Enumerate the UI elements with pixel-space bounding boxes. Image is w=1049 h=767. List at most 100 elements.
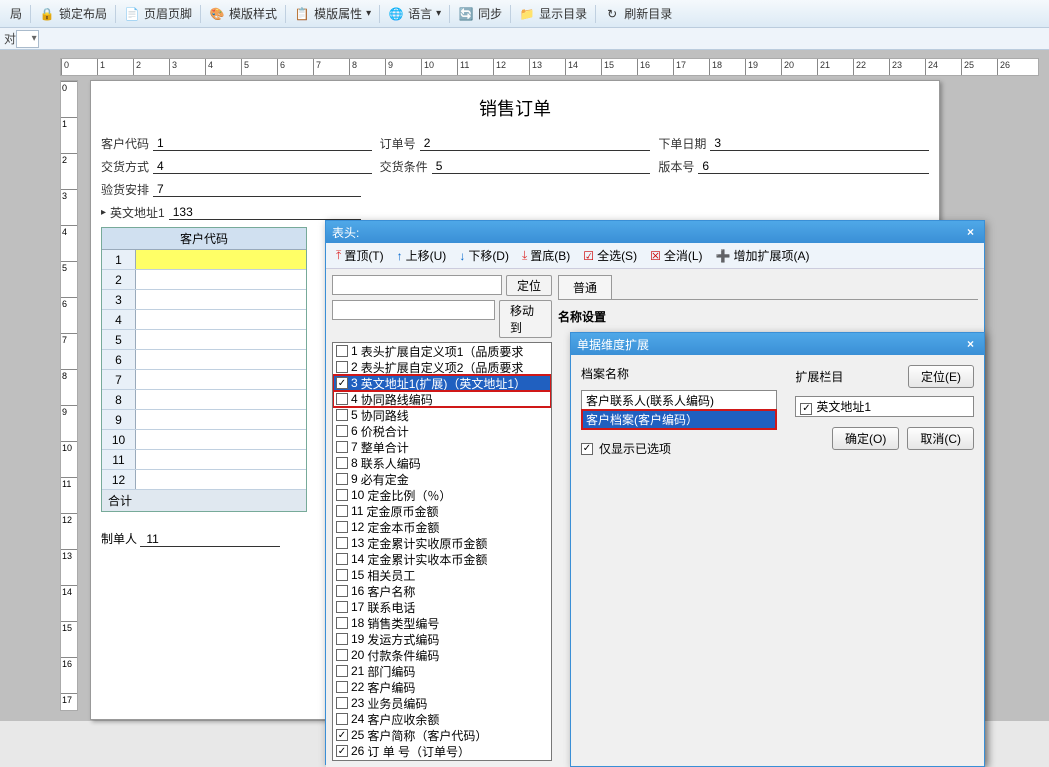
archive-item[interactable]: 客户联系人(联系人编码)	[582, 391, 776, 410]
field-inspect[interactable]: 7	[153, 182, 361, 197]
tb-refresh-toc[interactable]: ↻刷新目录	[598, 3, 678, 24]
field-item[interactable]: 10定金比例（％）	[333, 487, 551, 503]
field-item[interactable]: ✓3英文地址1(扩展)（英文地址1）	[333, 375, 551, 391]
item-checkbox[interactable]	[336, 489, 348, 501]
field-item[interactable]: 1表头扩展自定义项1（品质要求	[333, 343, 551, 359]
field-item[interactable]: 14定金累计实收本币金额	[333, 551, 551, 567]
grid-row[interactable]: 5	[102, 330, 306, 350]
field-item[interactable]: 16客户名称	[333, 583, 551, 599]
tb-lock-layout[interactable]: 🔒锁定布局	[33, 3, 113, 24]
field-item[interactable]: 5协同路线	[333, 407, 551, 423]
btn-locate-e[interactable]: 定位(E)	[908, 365, 974, 388]
dlg1-item-list[interactable]: 1表头扩展自定义项1（品质要求2表头扩展自定义项2（品质要求✓3英文地址1(扩展…	[332, 342, 552, 761]
item-checkbox[interactable]: ✓	[336, 745, 348, 757]
item-checkbox[interactable]	[336, 633, 348, 645]
grid-row[interactable]: 12	[102, 470, 306, 490]
field-customer-code[interactable]: 1	[153, 136, 372, 151]
item-checkbox[interactable]	[336, 713, 348, 725]
field-item[interactable]: 20付款条件编码	[333, 647, 551, 663]
item-checkbox[interactable]	[336, 505, 348, 517]
field-delivery-mode[interactable]: 4	[153, 159, 372, 174]
archive-list[interactable]: 客户联系人(联系人编码)客户档案(客户编码）	[581, 390, 777, 430]
field-item[interactable]: 24客户应收余额	[333, 711, 551, 727]
tb-language[interactable]: 🌐语言▾	[382, 3, 447, 24]
dlg1-titlebar[interactable]: 表头: ×	[326, 221, 984, 243]
item-checkbox[interactable]	[336, 521, 348, 533]
item-checkbox[interactable]	[336, 585, 348, 597]
dlg1-moveto-input[interactable]	[332, 300, 495, 320]
tb-sync[interactable]: 🔄同步	[452, 3, 508, 24]
field-version[interactable]: 6	[698, 159, 929, 174]
item-checkbox[interactable]	[336, 553, 348, 565]
tb-show-toc[interactable]: 📁显示目录	[513, 3, 593, 24]
btn-select-none[interactable]: ☒全消(L)	[644, 245, 708, 266]
item-checkbox[interactable]	[336, 537, 348, 549]
ext-column-list[interactable]: ✓英文地址1	[795, 396, 974, 417]
field-item[interactable]: 8联系人编码	[333, 455, 551, 471]
item-checkbox[interactable]	[336, 681, 348, 693]
item-checkbox[interactable]	[336, 697, 348, 709]
field-item[interactable]: 15相关员工	[333, 567, 551, 583]
btn-move-top[interactable]: ⤒置顶(T)	[330, 245, 390, 266]
btn-select-all[interactable]: ☑全选(S)	[577, 245, 643, 266]
field-item[interactable]: 19发运方式编码	[333, 631, 551, 647]
btn-locate[interactable]: 定位	[506, 275, 552, 296]
item-checkbox[interactable]	[336, 649, 348, 661]
ext-checkbox[interactable]: ✓	[800, 403, 812, 415]
field-item[interactable]: 23业务员编码	[333, 695, 551, 711]
grid-row[interactable]: 6	[102, 350, 306, 370]
btn-add-ext[interactable]: ➕增加扩展项(A)	[710, 245, 816, 266]
btn-moveto[interactable]: 移动到	[499, 300, 552, 338]
field-item[interactable]: 9必有定金	[333, 471, 551, 487]
ext-item[interactable]: ✓英文地址1	[796, 397, 973, 416]
item-checkbox[interactable]	[336, 409, 348, 421]
grid-row[interactable]: 10	[102, 430, 306, 450]
dlg2-close-icon[interactable]: ×	[963, 337, 978, 351]
item-checkbox[interactable]	[336, 441, 348, 453]
grid-row[interactable]: 8	[102, 390, 306, 410]
item-checkbox[interactable]	[336, 617, 348, 629]
opt-show-selected-checkbox[interactable]: ✓	[581, 443, 593, 455]
field-order-date[interactable]: 3	[710, 136, 929, 151]
mini-grid[interactable]: 客户代码 123456789101112 合计	[101, 227, 307, 512]
field-item[interactable]: 6价税合计	[333, 423, 551, 439]
item-checkbox[interactable]	[336, 425, 348, 437]
field-item[interactable]: 12定金本币金额	[333, 519, 551, 535]
field-item[interactable]: ✓26订 单 号（订单号）	[333, 743, 551, 759]
grid-row[interactable]: 2	[102, 270, 306, 290]
tb-header-footer[interactable]: 📄页眉页脚	[118, 3, 198, 24]
field-item[interactable]: 13定金累计实收原币金额	[333, 535, 551, 551]
item-checkbox[interactable]	[336, 601, 348, 613]
item-checkbox[interactable]	[336, 345, 348, 357]
btn-move-down[interactable]: ↓下移(D)	[453, 245, 515, 266]
item-checkbox[interactable]	[336, 569, 348, 581]
grid-row[interactable]: 3	[102, 290, 306, 310]
archive-item[interactable]: 客户档案(客户编码）	[582, 410, 776, 429]
grid-row[interactable]: 4	[102, 310, 306, 330]
field-item[interactable]: 22客户编码	[333, 679, 551, 695]
tb-template-style[interactable]: 🎨模版样式	[203, 3, 283, 24]
grid-row[interactable]: 9	[102, 410, 306, 430]
btn-move-up[interactable]: ↑上移(U)	[391, 245, 453, 266]
field-delivery-term[interactable]: 5	[432, 159, 651, 174]
btn-move-bottom[interactable]: ⤓置底(B)	[516, 245, 576, 266]
item-checkbox[interactable]: ✓	[336, 377, 348, 389]
field-item[interactable]: 21部门编码	[333, 663, 551, 679]
dlg1-close-icon[interactable]: ×	[963, 225, 978, 239]
field-item[interactable]: 7整单合计	[333, 439, 551, 455]
field-item[interactable]: 4协同路线编码	[333, 391, 551, 407]
item-checkbox[interactable]	[336, 393, 348, 405]
tab-general[interactable]: 普通	[558, 275, 612, 299]
field-en-addr1[interactable]: 133	[169, 205, 361, 220]
dlg2-titlebar[interactable]: 单据维度扩展 ×	[571, 333, 984, 355]
item-checkbox[interactable]	[336, 361, 348, 373]
item-checkbox[interactable]	[336, 665, 348, 677]
field-item[interactable]: 11定金原币金额	[333, 503, 551, 519]
item-checkbox[interactable]: ✓	[336, 729, 348, 741]
tb-layout[interactable]: 局	[4, 3, 28, 24]
field-order-no[interactable]: 2	[420, 136, 651, 151]
field-item[interactable]: 18销售类型编号	[333, 615, 551, 631]
dlg2-ok-button[interactable]: 确定(O)	[832, 427, 899, 450]
align-dropdown[interactable]	[16, 30, 39, 48]
item-checkbox[interactable]	[336, 457, 348, 469]
